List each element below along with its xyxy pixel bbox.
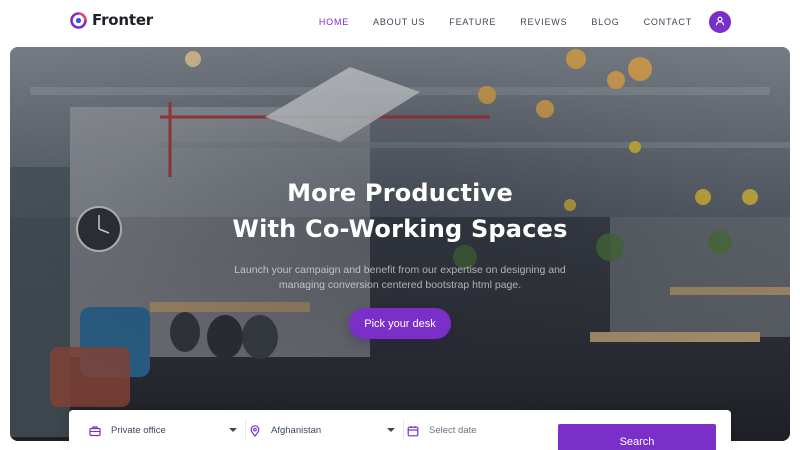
fronter-logo-icon (70, 11, 87, 29)
nav-feature[interactable]: FEATURE (449, 17, 496, 27)
hero-title-line2: With Co-Working Spaces (232, 215, 568, 243)
nav-contact[interactable]: CONTACT (644, 17, 692, 27)
nav-home[interactable]: HOME (319, 17, 349, 27)
brand-logo-link[interactable]: Fronter (70, 11, 153, 29)
search-bar: Private office Afghanistan Select date S… (69, 410, 731, 450)
date-placeholder: Select date (429, 424, 477, 436)
hero-section: More Productive With Co-Working Spaces L… (10, 47, 790, 441)
divider (245, 420, 246, 440)
hero-title-line1: More Productive (287, 179, 513, 207)
briefcase-icon (89, 424, 101, 437)
nav-about-us[interactable]: ABOUT US (373, 17, 425, 27)
user-account-button[interactable] (709, 11, 731, 33)
space-type-select[interactable]: Private office (89, 410, 239, 450)
location-value: Afghanistan (271, 424, 322, 436)
chevron-down-icon (387, 428, 395, 432)
navbar: Fronter HOME ABOUT US FEATURE REVIEWS BL… (0, 0, 800, 44)
main-nav: HOME ABOUT US FEATURE REVIEWS BLOG CONTA… (295, 0, 692, 44)
nav-blog[interactable]: BLOG (591, 17, 619, 27)
divider (403, 420, 404, 440)
hero-subtitle-line1: Launch your campaign and benefit from ou… (234, 264, 566, 276)
date-picker-input[interactable]: Select date (407, 410, 552, 450)
calendar-icon (407, 424, 419, 437)
user-icon (715, 13, 725, 31)
hero-subtitle-line2: managing conversion centered bootstrap h… (278, 279, 522, 291)
location-select[interactable]: Afghanistan (249, 410, 397, 450)
map-pin-icon (249, 424, 261, 437)
nav-reviews[interactable]: REVIEWS (520, 17, 567, 27)
pick-your-desk-button[interactable]: Pick your desk (349, 308, 451, 339)
search-button[interactable]: Search (558, 424, 716, 450)
brand-name: Fronter (92, 11, 154, 29)
space-type-value: Private office (111, 424, 166, 436)
chevron-down-icon (229, 428, 237, 432)
